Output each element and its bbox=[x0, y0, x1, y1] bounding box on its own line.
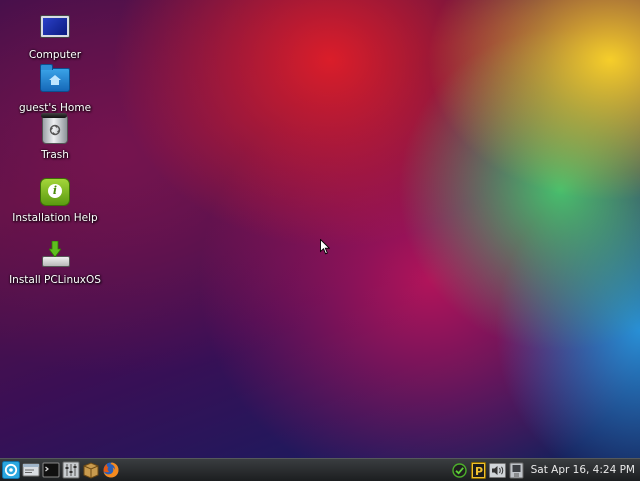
file-manager-launcher[interactable] bbox=[21, 461, 40, 480]
computer-icon bbox=[39, 15, 71, 47]
desktop-icon-label: Trash bbox=[41, 149, 69, 161]
mixer-launcher[interactable] bbox=[61, 461, 80, 480]
desktop-icon-label: Computer bbox=[28, 49, 82, 61]
trash-icon bbox=[39, 113, 71, 147]
volume-icon bbox=[488, 462, 506, 478]
desktop-icon-label: Installation Help bbox=[12, 212, 98, 224]
desktop-icon-install-pclinuxos[interactable]: Install PCLinuxOS bbox=[0, 238, 110, 286]
terminal-launcher[interactable] bbox=[41, 461, 60, 480]
desktop[interactable]: Computer guest's Home Trash i Installati… bbox=[0, 0, 640, 458]
system-tray: P Sat Apr 16, 4:24 PM bbox=[449, 459, 640, 481]
desktop-icon-computer[interactable]: Computer bbox=[0, 14, 110, 61]
update-check-icon bbox=[451, 462, 467, 478]
desktop-icon-installation-help[interactable]: i Installation Help bbox=[0, 176, 110, 224]
network-button[interactable] bbox=[508, 462, 525, 479]
package-icon bbox=[83, 462, 98, 479]
terminal-icon bbox=[42, 462, 59, 478]
update-check-button[interactable] bbox=[451, 462, 468, 479]
pclinuxos-p-button[interactable]: P bbox=[470, 461, 487, 479]
firefox-launcher[interactable] bbox=[101, 461, 120, 480]
install-icon bbox=[39, 240, 71, 272]
firefox-icon bbox=[103, 462, 118, 478]
desktop-icon-trash[interactable]: Trash bbox=[0, 113, 110, 161]
taskbar: P Sat Apr 16, 4:24 PM bbox=[0, 458, 640, 481]
mouse-cursor-icon bbox=[320, 239, 330, 255]
home-folder-icon bbox=[39, 64, 71, 100]
svg-text:P: P bbox=[475, 465, 483, 478]
network-icon bbox=[509, 462, 524, 478]
mixer-icon bbox=[62, 461, 79, 479]
help-icon: i bbox=[39, 178, 71, 210]
package-manager-launcher[interactable] bbox=[81, 461, 100, 480]
volume-button[interactable] bbox=[488, 462, 506, 479]
desktop-icon-home[interactable]: guest's Home bbox=[0, 63, 110, 114]
pclinuxos-p-icon: P bbox=[470, 461, 486, 479]
taskbar-clock[interactable]: Sat Apr 16, 4:24 PM bbox=[525, 464, 640, 476]
menu-icon bbox=[1, 461, 20, 479]
file-manager-icon bbox=[22, 463, 39, 477]
desktop-icon-label: Install PCLinuxOS bbox=[9, 274, 101, 286]
menu-button[interactable] bbox=[1, 461, 20, 480]
